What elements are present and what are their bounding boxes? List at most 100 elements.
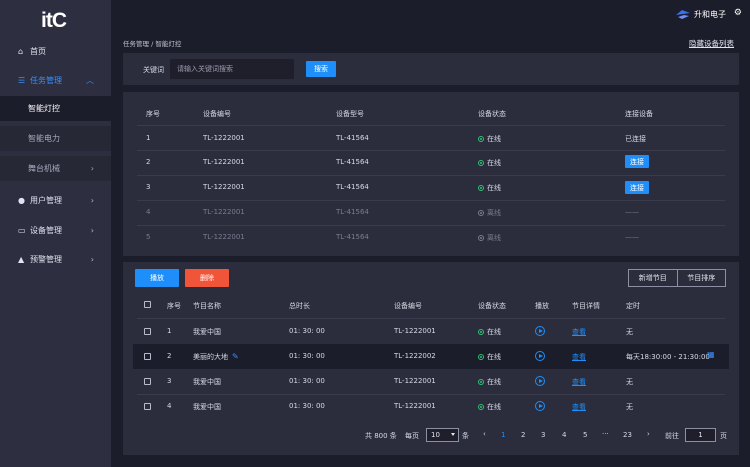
status-text: 在线 xyxy=(487,159,501,167)
column-header: 定时 xyxy=(626,302,640,310)
divider xyxy=(137,125,725,126)
cell-duration: 01: 30: 00 xyxy=(289,327,325,335)
per-page-label: 每页 xyxy=(405,432,419,440)
sidebar-item-label: 设备管理 xyxy=(30,225,62,235)
goto-page-input[interactable]: 1 xyxy=(685,428,716,442)
page-5[interactable]: 5 xyxy=(583,431,587,439)
cell-timer: 无 xyxy=(626,403,633,411)
page-3[interactable]: 3 xyxy=(541,431,545,439)
chevron-right-icon: › xyxy=(90,195,94,205)
gear-icon[interactable]: ⚙ xyxy=(734,8,742,18)
home-icon: ⌂ xyxy=(18,46,24,56)
page-size-value: 10 xyxy=(431,431,440,439)
sidebar-subitem-stage-machinery[interactable]: 舞台机械 › xyxy=(0,156,111,181)
page-4[interactable]: 4 xyxy=(562,431,566,439)
play-icon[interactable] xyxy=(535,326,545,336)
bell-icon: ▲ xyxy=(18,254,25,264)
online-status-icon xyxy=(478,160,484,166)
calendar-icon[interactable]: ▦ xyxy=(707,350,715,359)
page-unit: 页 xyxy=(720,432,727,440)
sort-program-button[interactable]: 节目排序 xyxy=(678,270,726,286)
status-badge: 在线 xyxy=(478,134,501,144)
column-header: 播放 xyxy=(535,302,549,310)
program-name: 美丽的大地 xyxy=(193,353,228,361)
goto-label: 前往 xyxy=(665,432,679,440)
monitor-icon: ▭ xyxy=(18,225,26,235)
cell-code: TL-1222001 xyxy=(203,183,245,191)
table-row: 2 美丽的大地 ✎ 01: 30: 00 TL-1222002 在线 查看 每天1… xyxy=(133,344,729,369)
page-1[interactable]: 1 xyxy=(501,431,505,439)
page-size-select[interactable]: 10 xyxy=(426,428,459,442)
row-checkbox[interactable] xyxy=(144,353,151,360)
cell-no: 2 xyxy=(146,158,151,166)
sidebar-subitem-power[interactable]: 智能电力 xyxy=(0,126,111,151)
cell-timer: 无 xyxy=(626,378,633,386)
online-status-icon xyxy=(478,404,484,410)
divider xyxy=(137,200,725,201)
list-icon: ☰ xyxy=(18,75,26,85)
page-ellipsis[interactable]: ··· xyxy=(602,430,609,438)
sidebar-item-home[interactable]: ⌂ 首页 xyxy=(0,36,111,66)
chevron-right-icon[interactable]: › xyxy=(647,430,650,438)
row-checkbox[interactable] xyxy=(144,403,151,410)
column-header: 设备型号 xyxy=(336,110,364,118)
play-icon[interactable] xyxy=(535,351,545,361)
sidebar-item-task-management[interactable]: ☰ 任务管理 ︿ xyxy=(0,65,111,95)
caret-down-icon xyxy=(451,433,455,436)
table-row: 1 我爱中国 01: 30: 00 TL-1222001 在线 查看 无 xyxy=(133,319,729,344)
sidebar-subitem-label: 智能电力 xyxy=(28,134,60,143)
cell-duration: 01: 30: 00 xyxy=(289,377,325,385)
view-detail-link[interactable]: 查看 xyxy=(572,352,586,362)
sidebar-subitem-label: 智能灯控 xyxy=(28,104,60,113)
delete-button[interactable]: 删除 xyxy=(185,269,229,287)
cell-duration: 01: 30: 00 xyxy=(289,352,325,360)
cell-name: 美丽的大地 ✎ xyxy=(193,352,239,362)
status-badge: 在线 xyxy=(478,158,501,168)
column-header: 序号 xyxy=(146,110,160,118)
row-checkbox[interactable] xyxy=(144,328,151,335)
view-detail-link[interactable]: 查看 xyxy=(572,377,586,387)
table-row: 3 我爱中国 01: 30: 00 TL-1222001 在线 查看 无 xyxy=(133,369,729,394)
page-2[interactable]: 2 xyxy=(521,431,525,439)
online-status-icon xyxy=(478,379,484,385)
hide-device-list-link[interactable]: 隐藏设备列表 xyxy=(689,38,734,49)
status-badge: 在线 xyxy=(478,402,501,412)
online-status-icon xyxy=(478,136,484,142)
sidebar-item-device-management[interactable]: ▭ 设备管理 › xyxy=(0,215,111,245)
column-header: 设备编号 xyxy=(203,110,231,118)
status-badge: 离线 xyxy=(478,208,501,218)
select-all-checkbox[interactable] xyxy=(144,301,151,308)
cell-duration: 01: 30: 00 xyxy=(289,402,325,410)
connect-button[interactable]: 连接 xyxy=(625,181,649,194)
chevron-left-icon[interactable]: ‹ xyxy=(483,430,486,438)
online-status-icon xyxy=(478,354,484,360)
play-button[interactable]: 播放 xyxy=(135,269,179,287)
view-detail-link[interactable]: 查看 xyxy=(572,402,586,412)
status-text: 在线 xyxy=(487,378,501,386)
cell-model: TL-41564 xyxy=(336,134,369,142)
row-checkbox[interactable] xyxy=(144,378,151,385)
keyword-input[interactable] xyxy=(170,59,294,79)
brand: 升和电子 xyxy=(676,9,726,20)
pencil-icon[interactable]: ✎ xyxy=(232,352,239,361)
itc-logo: itC xyxy=(41,9,67,32)
cell-model: TL-41564 xyxy=(336,233,369,241)
status-text: 在线 xyxy=(487,135,501,143)
cell-connected: —— xyxy=(625,208,639,216)
connect-button[interactable]: 连接 xyxy=(625,155,649,168)
sidebar-subitem-light-control[interactable]: 智能灯控 xyxy=(0,96,111,121)
play-icon[interactable] xyxy=(535,401,545,411)
sidebar-item-alert-management[interactable]: ▲ 预警管理 › xyxy=(0,244,111,274)
keyword-label: 关键词 xyxy=(143,66,164,74)
cell-device: TL-1222001 xyxy=(394,377,436,385)
search-button[interactable]: 搜索 xyxy=(306,61,336,77)
cell-device: TL-1222001 xyxy=(394,327,436,335)
cell-timer: 每天18:30:00 - 21:30:00 xyxy=(626,353,710,361)
device-table: 序号 设备编号 设备型号 设备状态 连接设备 1 TL-1222001 TL-4… xyxy=(123,92,739,256)
status-badge: 在线 xyxy=(478,352,501,362)
page-23[interactable]: 23 xyxy=(623,431,632,439)
view-detail-link[interactable]: 查看 xyxy=(572,327,586,337)
play-icon[interactable] xyxy=(535,376,545,386)
add-program-button[interactable]: 新增节目 xyxy=(629,270,678,286)
sidebar-item-user-management[interactable]: ● 用户管理 › xyxy=(0,185,111,215)
